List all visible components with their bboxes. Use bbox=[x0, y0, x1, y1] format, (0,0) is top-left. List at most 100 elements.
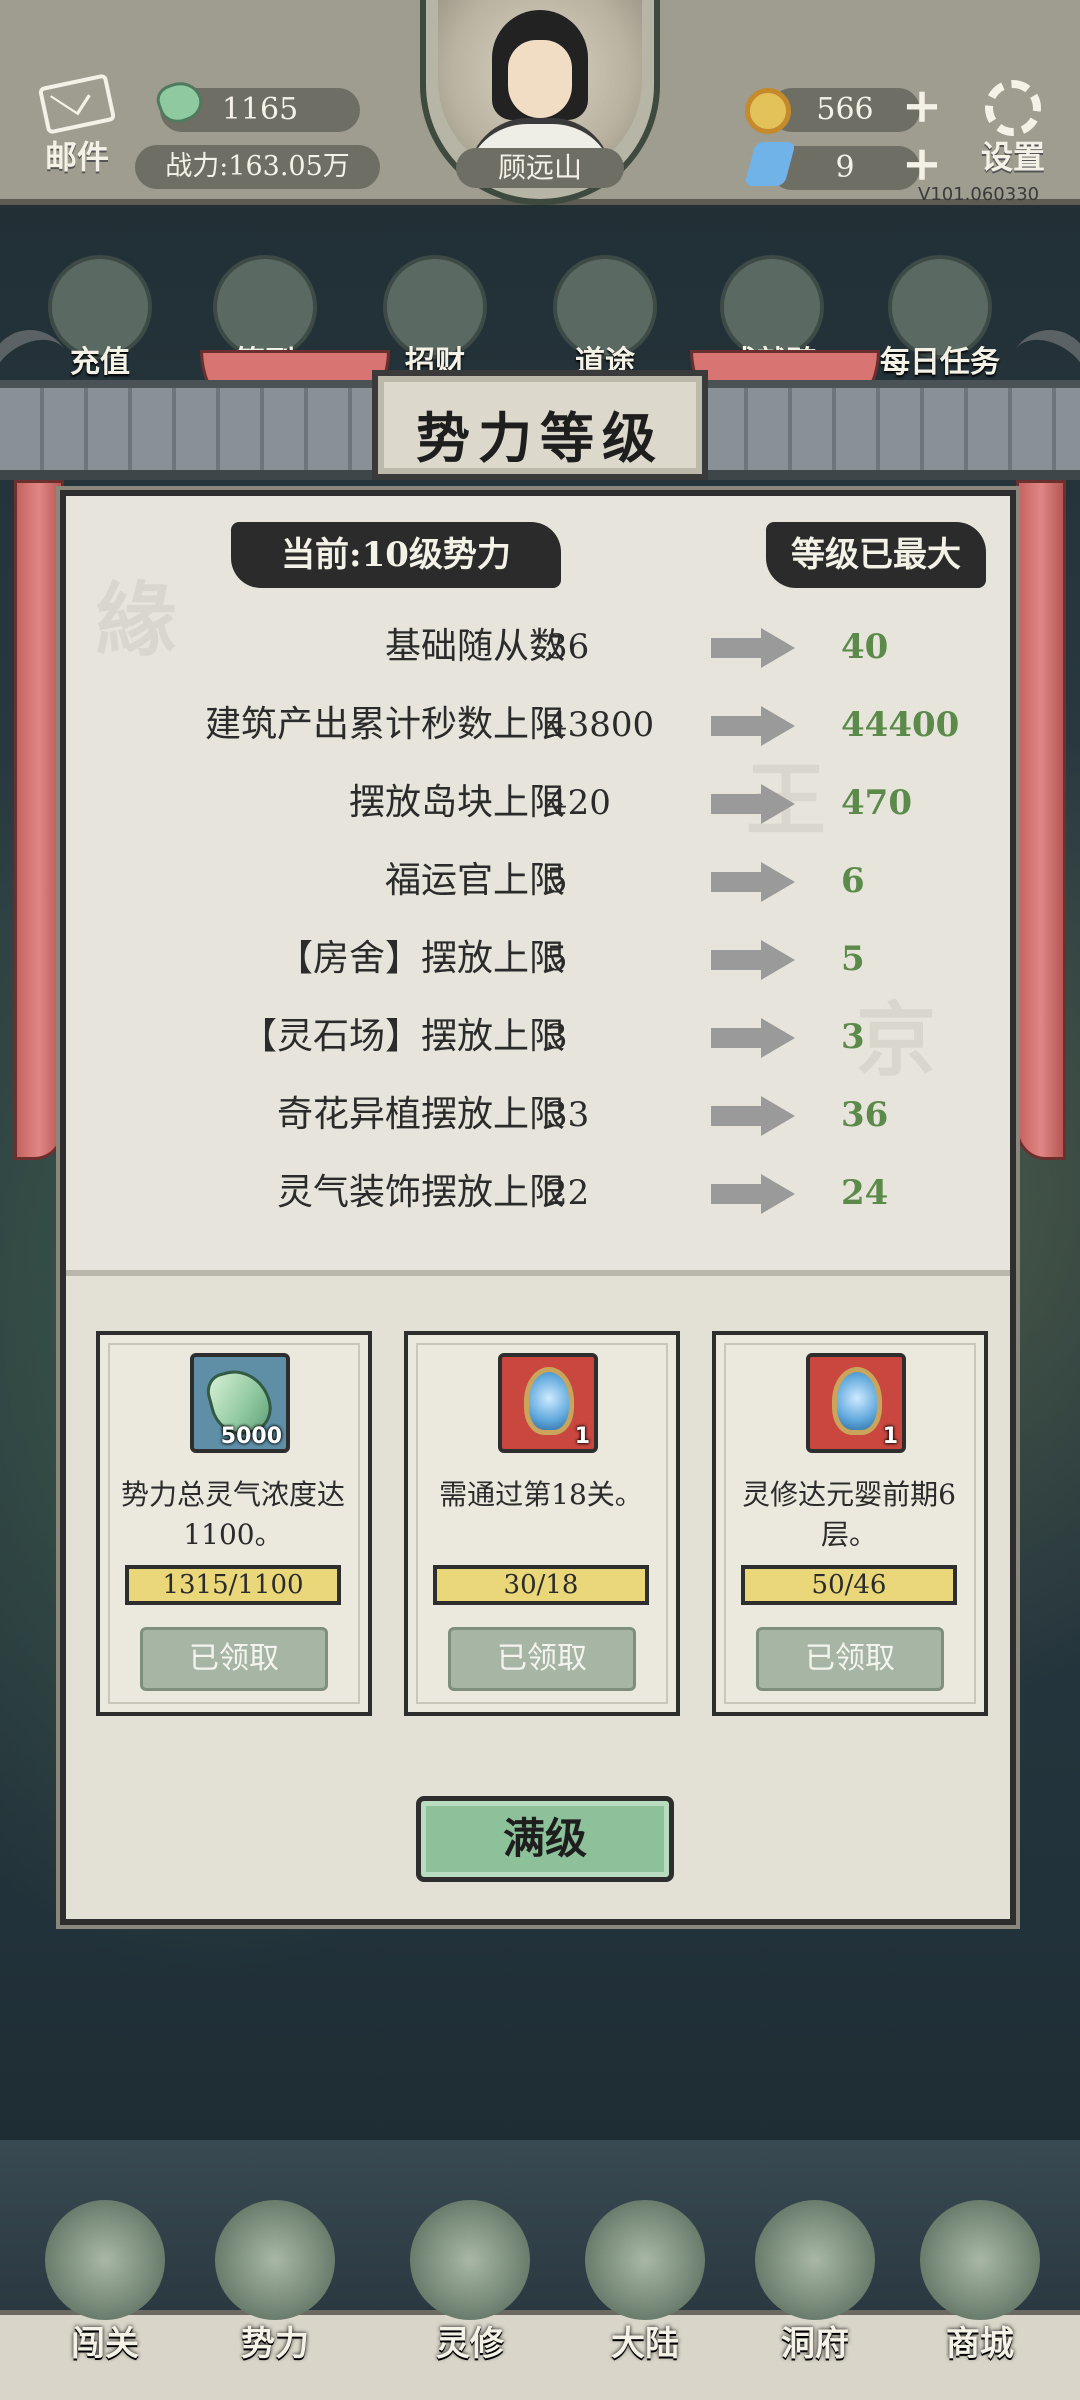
continent-icon bbox=[585, 2200, 705, 2320]
mirror-shape bbox=[832, 1367, 882, 1435]
stat-next-value: 3 bbox=[841, 1017, 865, 1057]
reward-requirement: 需通过第18关。 bbox=[439, 1478, 643, 1511]
activity-fortune[interactable]: 招财 bbox=[375, 255, 495, 385]
right-arrow-icon bbox=[711, 784, 801, 824]
mirror-item-icon[interactable]: 1 bbox=[498, 1353, 598, 1453]
nav-label: 势力 bbox=[241, 2324, 309, 2364]
faction-level-panel: 緣 王 京 当前:10级势力 等级已最大 基础随从数 36 40 建筑产出累计秒… bbox=[60, 490, 1016, 1925]
nav-label: 闯关 bbox=[71, 2324, 139, 2364]
stat-name: 奇花异植摆放上限 bbox=[276, 1094, 565, 1135]
right-arrow-icon bbox=[711, 1174, 801, 1214]
sword-icon bbox=[45, 2200, 165, 2320]
reward-card: 1 灵修达元婴前期6层。 50/46 已领取 bbox=[712, 1331, 988, 1716]
item-quantity: 5000 bbox=[220, 1424, 282, 1449]
reward-requirement: 灵修达元婴前期6层。 bbox=[742, 1478, 956, 1551]
stat-name: 建筑产出累计秒数上限 bbox=[204, 704, 565, 745]
cave-icon bbox=[755, 2200, 875, 2320]
stat-next-value: 36 bbox=[841, 1095, 889, 1135]
curtain-right bbox=[1016, 480, 1066, 1160]
stat-current-value: 36 bbox=[546, 627, 590, 667]
stat-next-value: 470 bbox=[841, 783, 912, 823]
stat-next-value: 6 bbox=[841, 861, 865, 901]
right-arrow-icon bbox=[711, 1018, 801, 1058]
progress-text: 1315/1100 bbox=[162, 1570, 304, 1600]
add-energy-button[interactable]: + bbox=[900, 140, 944, 188]
activity-path[interactable]: 道途 bbox=[545, 255, 665, 385]
stat-next-value: 24 bbox=[841, 1173, 889, 1213]
right-arrow-icon bbox=[711, 706, 801, 746]
progress-text: 30/18 bbox=[503, 1570, 579, 1600]
cultivator-icon bbox=[410, 2200, 530, 2320]
version-label: V101.060330 bbox=[918, 184, 1040, 205]
nav-cave[interactable]: 洞府 bbox=[740, 2200, 890, 2400]
claimed-button[interactable]: 已领取 bbox=[140, 1627, 328, 1691]
reward-card: 5000 势力总灵气浓度达1100。 1315/1100 已领取 bbox=[96, 1331, 372, 1716]
stat-name: 摆放岛块上限 bbox=[348, 782, 565, 823]
nav-cultivation[interactable]: 灵修 bbox=[395, 2200, 545, 2400]
avatar-face bbox=[508, 40, 572, 118]
nav-continent[interactable]: 大陆 bbox=[570, 2200, 720, 2400]
reward-card: 1 需通过第18关。 30/18 已领取 bbox=[404, 1331, 680, 1716]
claimed-button[interactable]: 已领取 bbox=[448, 1627, 636, 1691]
progress-bar: 30/18 bbox=[433, 1565, 649, 1605]
modal-title: 势力等级 bbox=[416, 406, 664, 470]
item-quantity: 1 bbox=[574, 1424, 590, 1449]
stat-name: 福运官上限 bbox=[384, 860, 565, 901]
stat-current-value: 5 bbox=[546, 939, 568, 979]
stat-row: 【房舍】摆放上限 5 5 bbox=[66, 920, 1010, 998]
nav-label: 商城 bbox=[946, 2324, 1014, 2364]
mail-label: 邮件 bbox=[44, 138, 109, 176]
stat-current-value: 5 bbox=[546, 861, 568, 901]
stat-current-value: 3 bbox=[546, 1017, 568, 1057]
curtain-left bbox=[14, 480, 64, 1160]
claimed-button[interactable]: 已领取 bbox=[756, 1627, 944, 1691]
current-level-label: 当前:10级势力 bbox=[231, 522, 561, 588]
stat-current-value: 420 bbox=[546, 783, 611, 823]
nav-battle[interactable]: 闯关 bbox=[30, 2200, 180, 2400]
activity-daily-tasks[interactable]: 每日任务 bbox=[880, 255, 1000, 385]
player-avatar[interactable]: 顾远山 bbox=[420, 0, 660, 205]
top-bar: 邮件 1165 战力:163.05万 顾远山 566 + 9 + 设置 V101… bbox=[0, 0, 1080, 205]
settings-label: 设置 bbox=[980, 138, 1045, 176]
stat-row: 【灵石场】摆放上限 3 3 bbox=[66, 998, 1010, 1076]
progress-bar: 1315/1100 bbox=[125, 1565, 341, 1605]
stat-row: 基础随从数 36 40 bbox=[66, 608, 1010, 686]
stat-row: 福运官上限 5 6 bbox=[66, 842, 1010, 920]
right-arrow-icon bbox=[711, 940, 801, 980]
stat-row: 摆放岛块上限 420 470 bbox=[66, 764, 1010, 842]
mail-button[interactable]: 邮件 bbox=[22, 73, 132, 180]
stat-row: 建筑产出累计秒数上限 43800 44400 bbox=[66, 686, 1010, 764]
mirror-item-icon[interactable]: 1 bbox=[806, 1353, 906, 1453]
stat-next-value: 5 bbox=[841, 939, 865, 979]
item-quantity: 1 bbox=[882, 1424, 898, 1449]
mountain-icon bbox=[215, 2200, 335, 2320]
settings-button[interactable]: 设置 bbox=[968, 80, 1058, 180]
reward-requirement: 势力总灵气浓度达1100。 bbox=[120, 1478, 345, 1551]
modal-title-plate: 势力等级 bbox=[372, 370, 708, 480]
stat-current-value: 43800 bbox=[546, 705, 655, 745]
stat-current-value: 33 bbox=[546, 1095, 590, 1135]
right-arrow-icon bbox=[711, 628, 801, 668]
stat-name: 【灵石场】摆放上限 bbox=[240, 1016, 565, 1057]
nav-faction[interactable]: 势力 bbox=[200, 2200, 350, 2400]
add-coin-button[interactable]: + bbox=[900, 82, 944, 130]
gear-icon bbox=[985, 80, 1041, 136]
progress-bar: 50/46 bbox=[741, 1565, 957, 1605]
max-level-button[interactable]: 满级 bbox=[416, 1796, 674, 1882]
stat-current-value: 22 bbox=[546, 1173, 590, 1213]
combat-power: 战力:163.05万 bbox=[135, 145, 380, 189]
stat-next-value: 40 bbox=[841, 627, 889, 667]
right-arrow-icon bbox=[711, 862, 801, 902]
jade-item-icon[interactable]: 5000 bbox=[190, 1353, 290, 1453]
activity-row: 充值 签到 招财 道途 成就碑 每日任务 bbox=[40, 255, 1050, 385]
nav-shop[interactable]: 商城 bbox=[905, 2200, 1055, 2400]
stat-row: 灵气装饰摆放上限 22 24 bbox=[66, 1154, 1010, 1232]
lucky-cat-icon bbox=[920, 2200, 1040, 2320]
coin-count: 566 bbox=[770, 88, 920, 132]
stat-row: 奇花异植摆放上限 33 36 bbox=[66, 1076, 1010, 1154]
nav-label: 大陆 bbox=[611, 2324, 679, 2364]
mirror-shape bbox=[524, 1367, 574, 1435]
nav-label: 灵修 bbox=[436, 2324, 504, 2364]
coin-icon bbox=[745, 88, 791, 134]
stats-section: 緣 王 京 当前:10级势力 等级已最大 基础随从数 36 40 建筑产出累计秒… bbox=[66, 496, 1010, 1276]
